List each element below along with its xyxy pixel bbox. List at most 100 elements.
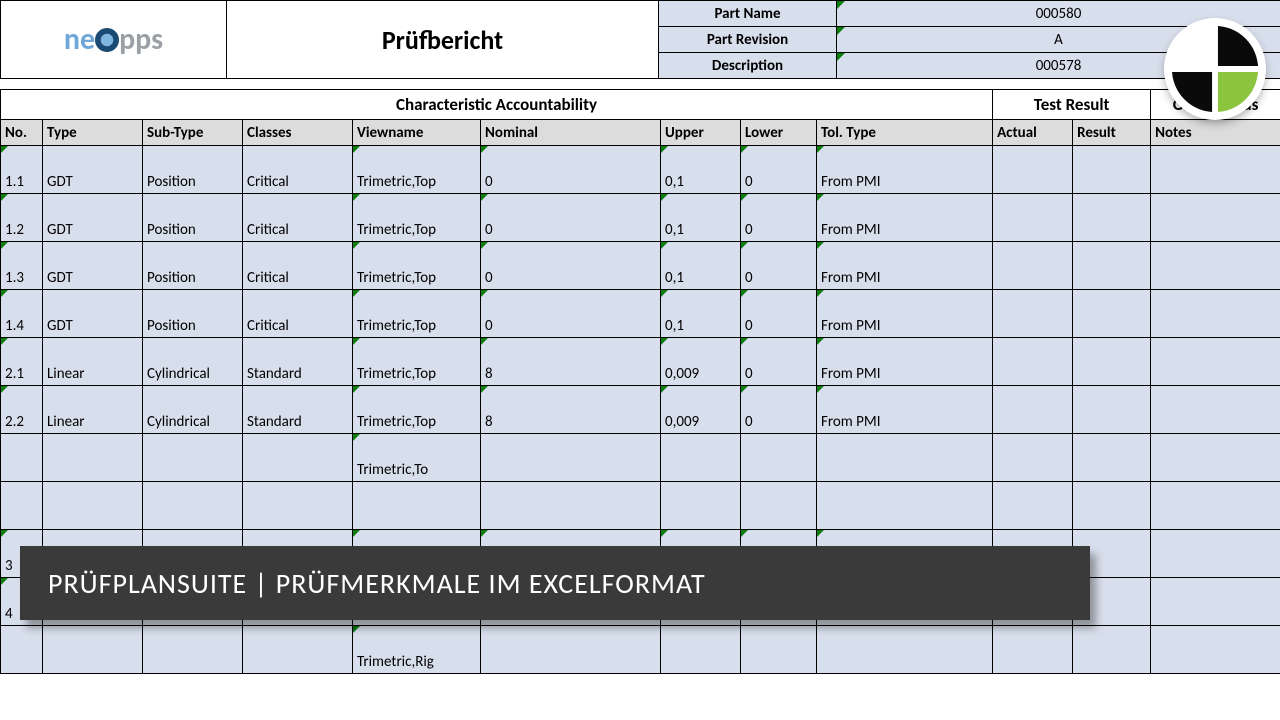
cell-res <box>1073 242 1151 290</box>
cell-flag-icon <box>481 386 488 393</box>
cell-sub: Position <box>143 242 243 290</box>
cell-cls <box>243 482 353 530</box>
cell-cls <box>243 626 353 674</box>
cell-flag-icon <box>353 242 360 249</box>
cell-sub-text: Cylindrical <box>147 365 210 383</box>
cell-no-text: 1.3 <box>5 269 24 287</box>
cell-view: Trimetric,Top <box>353 146 481 194</box>
hdr-value-partname-text: 000580 <box>1036 5 1082 23</box>
cell-act <box>993 482 1073 530</box>
cell-up: 0,1 <box>661 194 741 242</box>
col-up: Upper <box>661 120 741 146</box>
cell-up: 0,009 <box>661 386 741 434</box>
cell-low <box>741 482 817 530</box>
cell-cls: Critical <box>243 194 353 242</box>
cell-flag-icon <box>481 146 488 153</box>
cell-tol-text: From PMI <box>821 269 881 287</box>
cell-type <box>43 434 143 482</box>
cell-low-text: 0 <box>745 317 753 335</box>
col-nom: Nominal <box>481 120 661 146</box>
cell-flag-icon <box>353 194 360 201</box>
cell-tol-text: From PMI <box>821 365 881 383</box>
cell-res <box>1073 482 1151 530</box>
cell-up <box>661 482 741 530</box>
hdr-value-revision-text: A <box>1054 31 1063 49</box>
cell-sub-text: Position <box>147 317 196 335</box>
cell-no <box>1 434 43 482</box>
cell-note <box>1151 482 1280 530</box>
cell-low-text: 0 <box>745 365 753 383</box>
cell-tol: From PMI <box>817 290 993 338</box>
cell-tol <box>817 626 993 674</box>
cell-type: Linear <box>43 386 143 434</box>
col-type: Type <box>43 120 143 146</box>
col-sub: Sub-Type <box>143 120 243 146</box>
cell-cls-text: Critical <box>247 317 289 335</box>
cell-flag-icon <box>353 626 360 633</box>
cell-view: Trimetric,Top <box>353 242 481 290</box>
cell-no: 1.1 <box>1 146 43 194</box>
table-row: 1.4GDTPositionCriticalTrimetric,Top00,10… <box>1 290 1280 338</box>
cell-type <box>43 626 143 674</box>
cell-no-text: 3 <box>5 557 13 575</box>
cell-sub <box>143 626 243 674</box>
cell-flag-icon <box>817 290 824 297</box>
cell-type: GDT <box>43 146 143 194</box>
cell-low-text: 0 <box>745 221 753 239</box>
company-logo: nepps <box>64 21 163 58</box>
cell-no: 1.3 <box>1 242 43 290</box>
cell-res <box>1073 146 1151 194</box>
table-row: 1.2GDTPositionCriticalTrimetric,Top00,10… <box>1 194 1280 242</box>
hdr-label-description: Description <box>659 53 837 79</box>
cell-flag-icon <box>481 338 488 345</box>
cell-res <box>1073 338 1151 386</box>
cell-up-text: 0,1 <box>665 317 684 335</box>
cell-cls-text: Critical <box>247 221 289 239</box>
cell-nom-text: 0 <box>485 269 493 287</box>
cell-low: 0 <box>741 242 817 290</box>
cell-type-text: GDT <box>47 221 73 239</box>
cell-cls: Critical <box>243 242 353 290</box>
cell-type: GDT <box>43 194 143 242</box>
report-title: Prüfbericht <box>227 1 659 79</box>
cell-type-text: GDT <box>47 269 73 287</box>
cell-sub: Position <box>143 146 243 194</box>
cell-view-text: Trimetric,Top <box>357 365 436 383</box>
cell-up-text: 0,1 <box>665 269 684 287</box>
cell-nom: 0 <box>481 194 661 242</box>
cell-cls-text: Critical <box>247 173 289 191</box>
cell-nom-text: 0 <box>485 173 493 191</box>
cell-cls-text: Standard <box>247 413 302 431</box>
cell-sub: Cylindrical <box>143 386 243 434</box>
cell-cls: Standard <box>243 386 353 434</box>
cell-view: Trimetric,Top <box>353 290 481 338</box>
cell-res <box>1073 386 1151 434</box>
cell-flag-icon <box>661 386 668 393</box>
hdr-label-partname: Part Name <box>659 1 837 27</box>
table-row <box>1 482 1280 530</box>
cell-no-text: 2.1 <box>5 365 24 383</box>
cell-sub: Position <box>143 290 243 338</box>
cell-nom <box>481 626 661 674</box>
cell-tol: From PMI <box>817 194 993 242</box>
cell-sub-text: Cylindrical <box>147 413 210 431</box>
cell-act <box>993 290 1073 338</box>
cell-note <box>1151 434 1280 482</box>
cell-up-text: 0,009 <box>665 365 699 383</box>
cell-no: 1.2 <box>1 194 43 242</box>
section-accountability: Characteristic Accountability <box>1 90 993 120</box>
cell-res <box>1073 290 1151 338</box>
cell-low <box>741 434 817 482</box>
cell-flag-icon <box>1 290 8 297</box>
cell-no <box>1 626 43 674</box>
cell-no: 2.2 <box>1 386 43 434</box>
cell-no-text: 4 <box>5 605 13 623</box>
cell-nom <box>481 482 661 530</box>
col-low: Lower <box>741 120 817 146</box>
cell-note <box>1151 194 1280 242</box>
hdr-label-revision: Part Revision <box>659 27 837 53</box>
cell-flag-icon <box>1 194 8 201</box>
hdr-value-description-text: 000578 <box>1036 57 1082 75</box>
cell-flag-icon <box>1 386 8 393</box>
cell-flag-icon <box>353 434 360 441</box>
